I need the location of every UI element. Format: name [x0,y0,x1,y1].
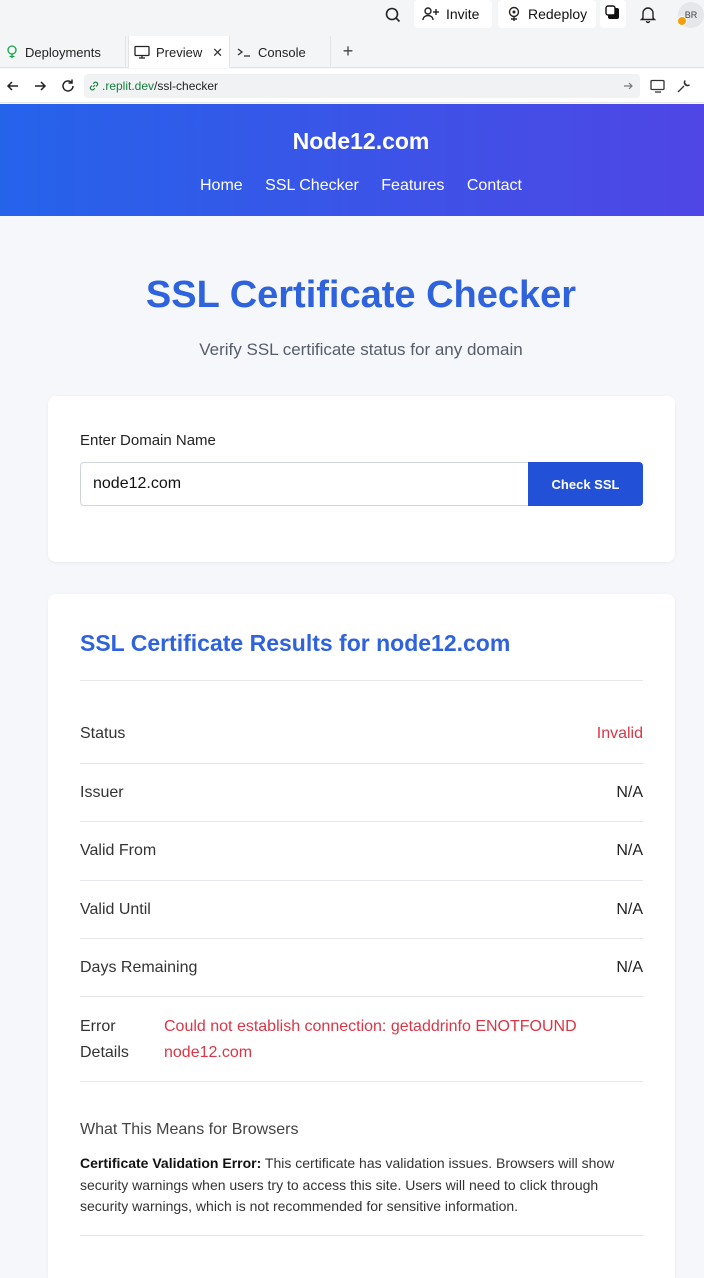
site-nav: Home SSL Checker Features Contact [0,177,704,195]
error-details-value: Could not establish connection: getaddri… [164,1018,577,1061]
domain-input[interactable] [80,462,528,506]
status-badge: Invalid [596,725,643,742]
check-ssl-button[interactable]: Check SSL [528,462,643,506]
forward-icon[interactable] [31,77,49,95]
go-arrow-icon[interactable] [622,79,634,96]
divider [80,1081,643,1082]
results-card: SSL Certificate Results for node12.com S… [48,594,675,1278]
back-icon[interactable] [4,77,22,95]
nav-features-link[interactable]: Features [381,177,444,194]
close-icon[interactable]: ✕ [212,45,223,61]
site-brand[interactable]: Node12.com [0,128,704,155]
status-label: Status [80,725,126,742]
deployments-icon [7,45,17,58]
url-path: /ssl-checker [154,79,219,93]
tab-label: Console [258,44,306,60]
invite-button[interactable]: Invite [414,0,492,28]
tab-console[interactable]: Console [231,36,331,68]
valid-until-value: N/A [616,901,643,918]
nav-contact-link[interactable]: Contact [467,177,522,194]
divider [80,880,643,881]
error-details-label: Error Details [80,1018,129,1061]
divider [80,763,643,764]
issuer-value: N/A [616,784,643,801]
workspace-icon[interactable] [600,0,626,28]
deploy-icon [508,6,520,21]
divider [80,1235,643,1236]
domain-form-card: Enter Domain Name Check SSL [48,396,675,562]
devices-icon[interactable] [649,77,667,95]
invite-label: Invite [446,6,480,22]
link-icon [89,81,99,91]
divider [80,938,643,939]
days-remaining-value: N/A [616,959,643,976]
browser-impact-strong: Certificate Validation Error: [80,1155,262,1171]
avatar-status-badge [677,16,687,26]
url-host: .replit.dev [102,79,155,93]
divider [80,680,643,681]
divider [80,996,643,997]
site-header: Node12.com Home SSL Checker Features Con… [0,104,704,216]
tab-bar: Deployments Preview ✕ Console + [0,36,704,68]
results-title: SSL Certificate Results for node12.com [80,630,511,656]
add-tab-icon[interactable]: + [338,41,358,62]
browser-impact-text: Certificate Validation Error: This certi… [80,1153,643,1218]
nav-home-link[interactable]: Home [200,177,243,194]
bell-icon[interactable] [636,3,660,25]
app-topbar: Invite Redeploy BR [0,0,704,36]
days-remaining-label: Days Remaining [80,959,198,976]
issuer-label: Issuer [80,784,124,801]
search-icon[interactable] [380,3,406,27]
reload-icon[interactable] [59,77,77,95]
redeploy-label: Redeploy [528,6,588,22]
redeploy-button[interactable]: Redeploy [498,0,596,28]
nav-ssl-checker-link[interactable]: SSL Checker [265,177,359,194]
page-subtitle: Verify SSL certificate status for any do… [199,340,523,359]
terminal-icon [237,48,250,57]
browser-impact-heading: What This Means for Browsers [80,1121,299,1138]
divider [80,821,643,822]
url-bar: .replit.dev/ssl-checker [0,69,704,103]
valid-from-value: N/A [616,842,643,859]
tab-label: Deployments [25,44,101,60]
domain-label: Enter Domain Name [80,432,216,449]
valid-from-label: Valid From [80,842,157,859]
tab-deployments[interactable]: Deployments [0,36,126,68]
tab-label: Preview [156,44,203,60]
wrench-icon[interactable] [675,77,693,95]
add-user-icon [422,7,439,21]
monitor-icon [134,45,150,59]
tab-preview[interactable]: Preview ✕ [128,36,230,68]
valid-until-label: Valid Until [80,901,151,918]
url-field[interactable]: .replit.dev/ssl-checker [84,74,640,98]
page-title: SSL Certificate Checker [145,274,577,316]
